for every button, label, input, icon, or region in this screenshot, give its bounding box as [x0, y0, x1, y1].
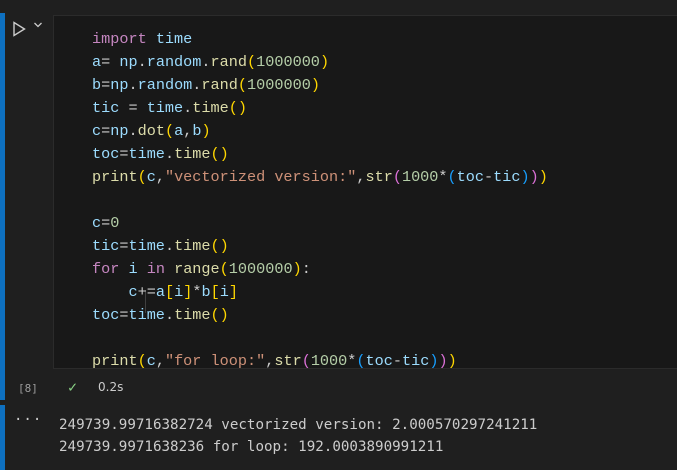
code-line: c=np.dot(a,b)	[92, 122, 211, 140]
code-editor[interactable]: import time a= np.random.rand(1000000) b…	[53, 15, 677, 370]
output-focus-indicator	[0, 405, 5, 470]
code-line: b=np.random.rand(1000000)	[92, 76, 320, 94]
code-line: tic = time.time()	[92, 99, 247, 117]
ellipsis-icon: ···	[14, 412, 43, 428]
chevron-down-icon	[34, 22, 42, 28]
output-line: 249739.99716382724 vectorized version: 2…	[59, 417, 538, 433]
play-icon	[13, 21, 26, 37]
code-line: tic=time.time()	[92, 237, 229, 255]
run-cell-button[interactable]	[12, 21, 28, 37]
execution-count: [8]	[18, 382, 38, 395]
output-actions-button[interactable]: ···	[14, 412, 42, 428]
code-line: a= np.random.rand(1000000)	[92, 53, 330, 71]
code-line: import time	[92, 30, 193, 48]
code-line: c=0	[92, 214, 120, 232]
code-line: print(c,"for loop:",str(1000*(toc-tic)))	[92, 352, 457, 370]
cell-focus-indicator	[0, 13, 5, 400]
code-line: print(c,"vectorized version:",str(1000*(…	[92, 168, 548, 186]
output-line: 249739.9971638236 for loop: 192.00038909…	[59, 439, 444, 455]
code-line: c+=a[i]*b[i]	[128, 283, 238, 301]
execution-time: 0.2s	[98, 380, 124, 394]
run-options-button[interactable]	[33, 20, 45, 34]
code-line: toc=time.time()	[92, 145, 229, 163]
check-icon: ✓	[68, 378, 78, 396]
code-line: for i in range(1000000):	[92, 260, 311, 278]
code-content[interactable]: import time a= np.random.rand(1000000) b…	[92, 28, 548, 373]
code-line: toc=time.time()	[92, 306, 229, 324]
cell-output: 249739.99716382724 vectorized version: 2…	[59, 414, 537, 458]
